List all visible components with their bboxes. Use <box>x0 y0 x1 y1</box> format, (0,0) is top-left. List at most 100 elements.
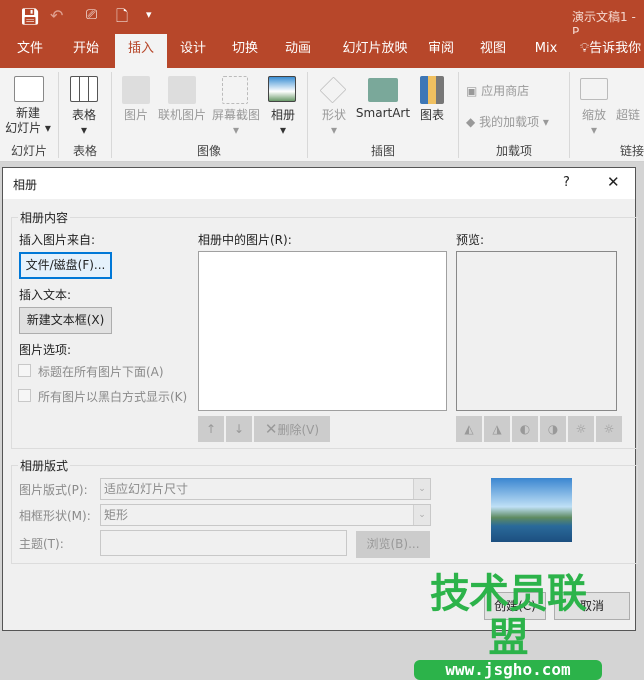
store-button[interactable]: ▣ 应用商店 <box>466 82 529 99</box>
picture-layout-label: 图片版式(P): <box>19 483 88 497</box>
chevron-down-icon: ⌄ <box>413 479 430 499</box>
watermark-text: 技术员联盟 <box>430 571 587 661</box>
tab-file[interactable]: 文件 <box>8 34 52 68</box>
insert-from-label: 插入图片来自: <box>19 233 96 247</box>
tab-home[interactable]: 开始 <box>60 34 112 68</box>
smartart-button[interactable]: SmartArt <box>354 106 412 120</box>
new-slide-button[interactable]: 新建 幻灯片 ▾ <box>4 106 52 136</box>
ribbon: 新建 幻灯片 ▾ 表格 ▾ 图片 联机图片 屏幕截图 ▾ 相册 ▾ 图像 形状 ▾ Sma… <box>0 68 644 162</box>
tab-view[interactable]: 视图 <box>470 34 516 68</box>
dialog-title: 相册 <box>13 178 38 192</box>
brightness-down-button[interactable]: ☼ <box>596 416 622 442</box>
photo-album-dialog: 相册 ? ✕ 相册内容 插入图片来自: 文件/磁盘(F)... 插入文本: 新建… <box>2 167 638 631</box>
arrow-down-icon: ↓ <box>233 422 245 436</box>
help-button[interactable]: ? <box>563 175 570 190</box>
tab-design[interactable]: 设计 <box>170 34 216 68</box>
file-disk-button[interactable]: 文件/磁盘(F)... <box>19 252 112 279</box>
photo-album-button[interactable]: 相册 ▾ <box>264 106 302 137</box>
ribbon-tabs: 文件 开始 插入 设计 切换 动画 幻灯片放映 审阅 视图 Mix 💡︎告诉我你 <box>0 34 644 68</box>
chart-icon <box>420 76 444 104</box>
undo-icon[interactable]: ↶ <box>50 6 63 25</box>
layout-preview-thumbnail <box>491 478 572 542</box>
new-textbox-button[interactable]: 新建文本框(X) <box>19 307 112 334</box>
captions-label: 标题在所有图片下面(A) <box>38 365 164 379</box>
pictures-listbox[interactable] <box>198 251 447 411</box>
shapes-button[interactable]: 形状 ▾ <box>314 106 354 137</box>
smartart-icon <box>368 78 398 102</box>
browse-button[interactable]: 浏览(B)... <box>356 531 430 558</box>
delete-x-icon: ✕ <box>264 420 278 438</box>
move-down-button[interactable]: ↓ <box>226 416 252 442</box>
brightness-up-button[interactable]: ☼ <box>568 416 594 442</box>
dialog-title-bar: 相册 ? ✕ <box>3 168 635 199</box>
picture-layout-select[interactable]: 适应幻灯片尺寸 ⌄ <box>100 478 431 500</box>
chevron-down-icon: ⌄ <box>413 505 430 525</box>
tab-insert[interactable]: 插入 <box>115 34 167 68</box>
delete-button[interactable]: ✕删除(V) <box>254 416 330 442</box>
hyperlink-button[interactable]: 超链 <box>616 106 644 123</box>
shapes-icon <box>319 76 347 104</box>
frame-shape-label: 相框形状(M): <box>19 509 91 523</box>
group-tables: 表格 <box>72 144 97 158</box>
move-up-button[interactable]: ↑ <box>198 416 224 442</box>
tab-transitions[interactable]: 切换 <box>222 34 268 68</box>
blackwhite-checkbox[interactable] <box>18 389 31 402</box>
online-picture-button[interactable]: 联机图片 <box>157 106 207 123</box>
preview-box <box>456 251 617 411</box>
photo-album-icon <box>268 76 296 102</box>
rotate-right-button[interactable]: ◮ <box>484 416 510 442</box>
contrast-down-icon: ◑ <box>547 422 559 436</box>
preview-label: 预览: <box>456 233 485 247</box>
insert-text-label: 插入文本: <box>19 288 72 302</box>
tab-slideshow[interactable]: 幻灯片放映 <box>332 34 418 68</box>
save-icon[interactable]: 💾︎ <box>20 7 40 26</box>
zoom-button[interactable]: 缩放 ▾ <box>576 106 612 137</box>
picture-icon <box>122 76 150 104</box>
lightbulb-icon: 💡︎ <box>580 41 590 56</box>
screenshot-icon <box>222 76 248 104</box>
picture-options-label: 图片选项: <box>19 343 72 357</box>
contrast-down-button[interactable]: ◑ <box>540 416 566 442</box>
zoom-icon <box>580 78 608 100</box>
rotate-left-button[interactable]: ◭ <box>456 416 482 442</box>
arrow-up-icon: ↑ <box>205 422 217 436</box>
my-addins-button[interactable]: ◆ 我的加载项 ▾ <box>466 113 549 130</box>
table-icon <box>70 76 98 102</box>
tab-animations[interactable]: 动画 <box>275 34 321 68</box>
screenshot-button[interactable]: 屏幕截图 ▾ <box>210 106 262 137</box>
group-links: 链接 <box>620 144 644 158</box>
brightness-down-icon: ☼ <box>603 422 615 436</box>
store-icon: ▣ <box>466 84 478 98</box>
table-button[interactable]: 表格 ▾ <box>64 106 104 137</box>
picture-button[interactable]: 图片 <box>116 106 156 123</box>
rotate-right-icon: ◮ <box>492 422 502 436</box>
brightness-up-icon: ☼ <box>575 422 587 436</box>
group-images: 图像 <box>196 144 221 158</box>
present-icon[interactable]: ⎚ <box>86 7 97 23</box>
watermark-url: www.jsgho.com <box>414 660 602 680</box>
blackwhite-label: 所有图片以黑白方式显示(K) <box>38 390 188 404</box>
contrast-up-icon: ◐ <box>519 422 531 436</box>
tab-review[interactable]: 审阅 <box>418 34 464 68</box>
title-bar: 💾︎ ↶ ⎚ 🗋 ▾ 演示文稿1 - P <box>0 0 644 39</box>
group-illustrations: 插图 <box>370 144 395 158</box>
close-button[interactable]: ✕ <box>607 173 620 191</box>
contrast-up-button[interactable]: ◐ <box>512 416 538 442</box>
pictures-in-album-label: 相册中的图片(R): <box>198 233 292 247</box>
tell-me[interactable]: 💡︎告诉我你 <box>580 34 644 68</box>
group-slides: 幻灯片 <box>10 144 47 158</box>
tab-mix[interactable]: Mix <box>524 34 568 68</box>
rotate-left-icon: ◭ <box>464 422 474 436</box>
new-icon[interactable]: 🗋 <box>116 6 128 31</box>
captions-checkbox[interactable] <box>18 364 31 377</box>
group-addins: 加载项 <box>495 144 532 158</box>
watermark-logo: 技术员联盟 www.jsgho.com <box>414 572 602 680</box>
chart-button[interactable]: 图表 <box>414 106 450 123</box>
theme-label: 主题(T): <box>19 537 64 551</box>
addins-icon: ◆ <box>466 115 476 129</box>
online-picture-icon <box>168 76 196 104</box>
new-slide-icon <box>14 76 44 102</box>
theme-input[interactable] <box>100 530 347 556</box>
customize-icon[interactable]: ▾ <box>146 8 152 21</box>
frame-shape-select[interactable]: 矩形 ⌄ <box>100 504 431 526</box>
